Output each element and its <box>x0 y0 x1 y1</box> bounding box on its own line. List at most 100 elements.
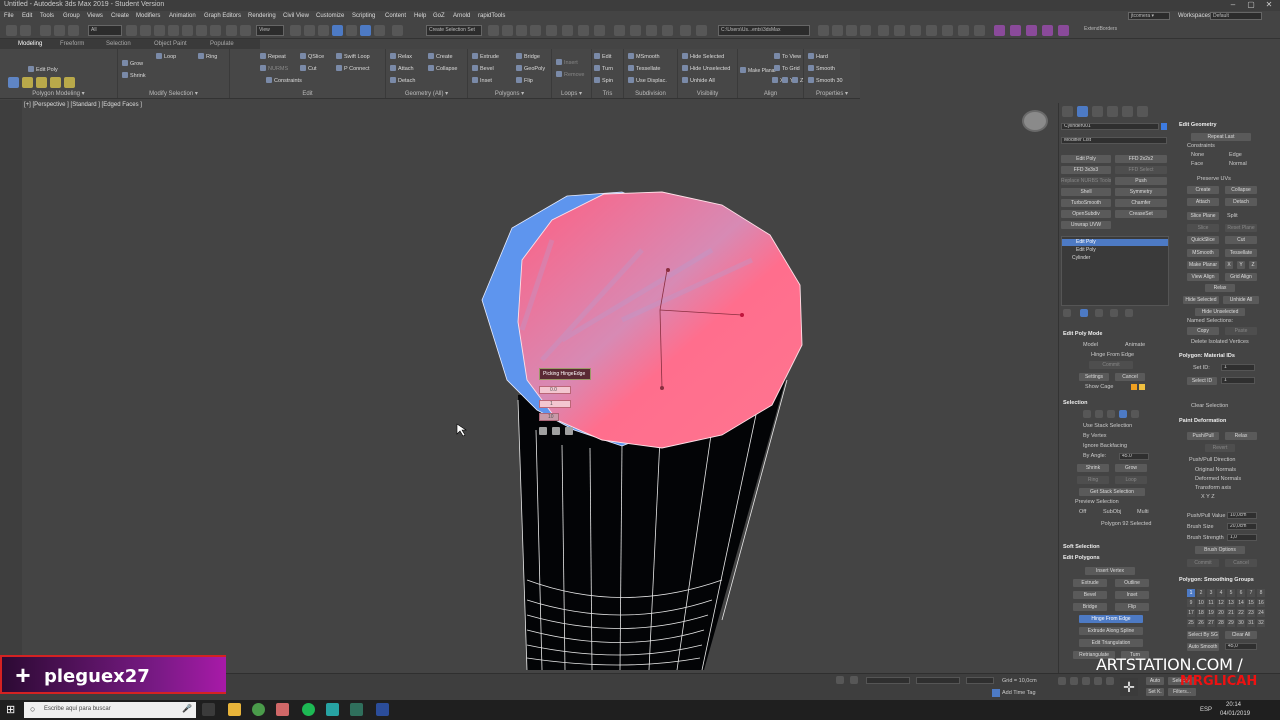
mod-btn-1[interactable]: FFD 2x2x2 <box>1115 155 1167 163</box>
mod-btn-7[interactable]: Symmetry <box>1115 188 1167 196</box>
select-object-icon[interactable] <box>126 25 137 36</box>
menu-group[interactable]: Group <box>63 13 80 19</box>
border-sel-icon[interactable] <box>1107 410 1115 418</box>
menu-goz[interactable]: GoZ <box>433 13 445 19</box>
shrink-button[interactable]: Shrink <box>122 72 146 79</box>
unhide-all-button[interactable]: Unhide All <box>682 77 715 84</box>
reference-coord-dropdown[interactable]: View <box>256 25 284 36</box>
play-icon[interactable] <box>1082 677 1090 685</box>
create-button[interactable]: Create <box>428 53 453 60</box>
add-time-tag-label[interactable]: Add Time Tag <box>1002 690 1036 696</box>
extra-tool-icon[interactable] <box>910 25 921 36</box>
constraint-face[interactable]: Face <box>1191 161 1203 167</box>
menu-views[interactable]: Views <box>87 13 103 19</box>
smoothing-groups-title[interactable]: Polygon: Smoothing Groups <box>1179 577 1254 583</box>
menu-customize[interactable]: Customize <box>316 13 344 19</box>
photoshop-icon[interactable] <box>376 703 389 716</box>
radio-model[interactable]: Model <box>1083 342 1098 348</box>
menu-help[interactable]: Help <box>414 13 426 19</box>
remove-modifier-icon[interactable] <box>1110 309 1118 317</box>
3dsmax-icon[interactable] <box>326 703 339 716</box>
undo-icon[interactable] <box>6 25 17 36</box>
object-color-swatch[interactable] <box>1161 123 1167 130</box>
smoothing-group-18[interactable]: 18 <box>1197 609 1205 617</box>
split-checkbox[interactable]: Split <box>1227 213 1238 219</box>
mod-btn-10[interactable]: OpenSubdiv <box>1061 210 1111 218</box>
goto-end-icon[interactable] <box>1106 677 1114 685</box>
rendered-frame-icon[interactable] <box>630 25 641 36</box>
menu-modifiers[interactable]: Modifiers <box>136 13 160 19</box>
motion-tab-icon[interactable] <box>1107 106 1118 117</box>
edit-named-sel-icon[interactable] <box>392 25 403 36</box>
shrink-sel-button[interactable]: Shrink <box>1077 464 1109 472</box>
spotify-icon[interactable] <box>302 703 315 716</box>
clock-date[interactable]: 04/01/2019 <box>1220 711 1250 717</box>
windows-start-icon[interactable]: ⊞ <box>6 704 18 716</box>
loop-button[interactable]: Loop <box>156 53 176 60</box>
move-icon[interactable] <box>182 25 193 36</box>
render-cloud-icon[interactable] <box>680 25 691 36</box>
auto-smooth-button[interactable]: Auto Smooth <box>1187 643 1219 651</box>
display-tab-icon[interactable] <box>1122 106 1133 117</box>
extra-tool-icon[interactable] <box>958 25 969 36</box>
extra-tool-icon[interactable] <box>926 25 937 36</box>
cage-selected-color-swatch[interactable] <box>1139 384 1145 390</box>
border-mode-icon[interactable] <box>36 77 47 88</box>
plugin-icon[interactable] <box>1042 25 1053 36</box>
smoothing-group-5[interactable]: 5 <box>1227 589 1235 597</box>
smoothing-group-2[interactable]: 2 <box>1197 589 1205 597</box>
menu-file[interactable]: File <box>4 13 14 19</box>
smoothing-group-12[interactable]: 12 <box>1217 599 1225 607</box>
show-end-result-icon[interactable] <box>1080 309 1088 317</box>
microphone-icon[interactable]: 🎤 <box>182 704 192 713</box>
smoothing-group-28[interactable]: 28 <box>1217 619 1225 627</box>
smooth30-button[interactable]: Smooth 30 <box>808 77 843 84</box>
unhide-all-geo-button[interactable]: Unhide All <box>1223 296 1259 304</box>
grid-align-button[interactable]: Grid Align <box>1225 273 1257 281</box>
render-setup-icon[interactable] <box>614 25 625 36</box>
by-angle-checkbox[interactable]: By Angle: <box>1083 453 1106 459</box>
curve-editor-icon[interactable] <box>562 25 573 36</box>
pushpull-button[interactable]: Push/Pull <box>1187 432 1219 440</box>
next-frame-icon[interactable] <box>1094 677 1102 685</box>
cut-button[interactable]: Cut <box>300 65 317 72</box>
menu-edit[interactable]: Edit <box>22 13 32 19</box>
create-tab-icon[interactable] <box>1062 106 1073 117</box>
spinner-snap-icon[interactable] <box>374 25 385 36</box>
material-editor-icon[interactable] <box>594 25 605 36</box>
material-ids-title[interactable]: Polygon: Material IDs <box>1179 353 1235 359</box>
geopoly-button[interactable]: GeoPoly <box>516 65 545 72</box>
detach-geo-button[interactable]: Detach <box>1225 198 1257 206</box>
smoothing-group-8[interactable]: 8 <box>1257 589 1265 597</box>
smoothing-group-20[interactable]: 20 <box>1217 609 1225 617</box>
window-crossing-icon[interactable] <box>168 25 179 36</box>
pconnect-button[interactable]: P Connect <box>336 65 370 72</box>
slice-plane-button[interactable]: Slice Plane <box>1187 212 1219 220</box>
menu-create[interactable]: Create <box>111 13 129 19</box>
show-cage-checkbox[interactable]: Show Cage <box>1085 384 1113 390</box>
repeat-button[interactable]: Repeat <box>260 53 286 60</box>
smoothing-group-11[interactable]: 11 <box>1207 599 1215 607</box>
element-sel-icon[interactable] <box>1131 410 1139 418</box>
constraint-normal[interactable]: Normal <box>1229 161 1247 167</box>
loop-sel-button[interactable]: Loop <box>1115 476 1147 484</box>
menu-civil-view[interactable]: Civil View <box>283 13 309 19</box>
render-active-icon[interactable] <box>662 25 673 36</box>
smoothing-group-24[interactable]: 24 <box>1257 609 1265 617</box>
view-align-button[interactable]: View Align <box>1187 273 1219 281</box>
paint-commit-button[interactable]: Commit <box>1187 559 1219 567</box>
app-icon[interactable] <box>350 703 363 716</box>
soft-selection-title[interactable]: Soft Selection <box>1063 544 1100 550</box>
delete-isolated-checkbox[interactable]: Delete Isolated Vertices <box>1191 339 1249 345</box>
ring-button[interactable]: Ring <box>198 53 217 60</box>
smoothing-group-23[interactable]: 23 <box>1247 609 1255 617</box>
detach-button[interactable]: Detach <box>390 77 415 84</box>
repeat-last-button[interactable]: Repeat Last <box>1191 133 1251 141</box>
edit-geometry-title[interactable]: Edit Geometry <box>1179 122 1217 128</box>
nurms-button[interactable]: NURMS <box>260 65 288 72</box>
percent-snap-icon[interactable] <box>360 25 371 36</box>
smoothing-group-31[interactable]: 31 <box>1247 619 1255 627</box>
hinge-from-edge-button[interactable]: Hinge From Edge <box>1079 615 1143 623</box>
render-production-icon[interactable] <box>646 25 657 36</box>
place-icon[interactable] <box>226 25 237 36</box>
